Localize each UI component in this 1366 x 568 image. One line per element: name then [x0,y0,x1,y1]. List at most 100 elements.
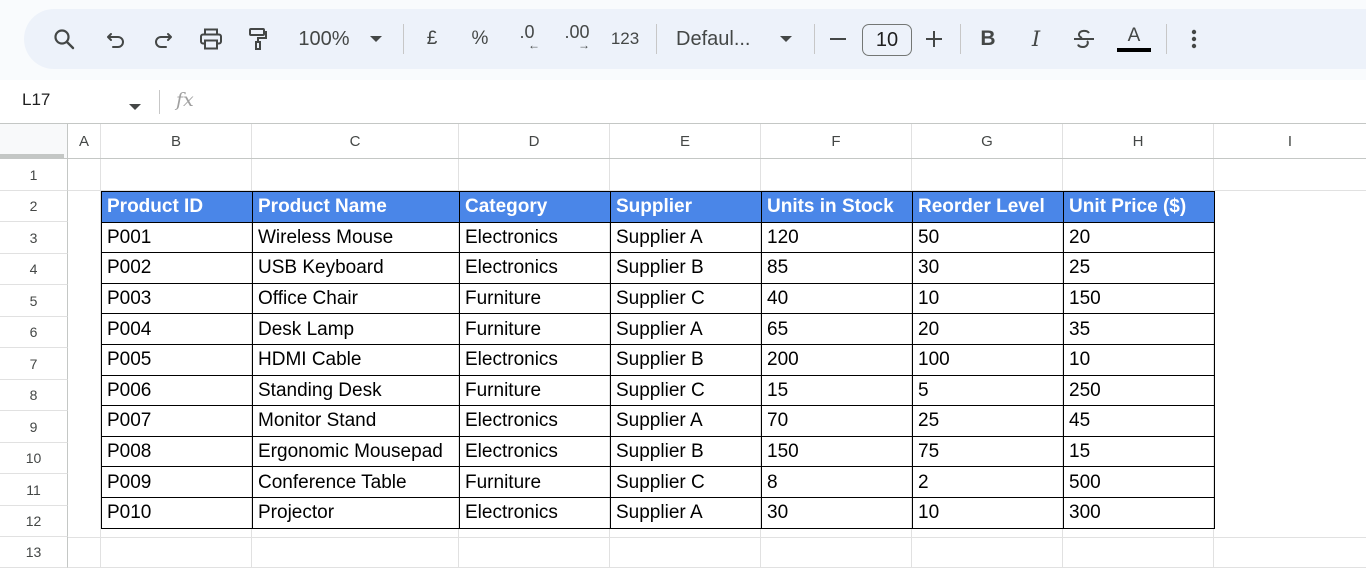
font-size-input[interactable]: 10 [862,24,912,56]
dropdown-icon[interactable] [366,24,386,54]
header-cell[interactable]: Reorder Level [912,191,1064,223]
cell[interactable]: 15 [1063,435,1215,468]
cell[interactable]: P008 [101,435,253,468]
cell[interactable]: Supplier A [610,496,762,529]
increase-decimal-button[interactable]: .00 → [560,22,594,52]
column-header-b[interactable]: B [101,124,252,158]
cell[interactable]: 10 [912,496,1064,529]
cell[interactable]: Monitor Stand [252,405,460,437]
cell[interactable]: 70 [761,405,913,437]
search-icon[interactable] [49,24,79,54]
column-header-a[interactable]: A [68,124,101,158]
header-cell[interactable]: Supplier [610,191,762,223]
cell[interactable]: P001 [101,221,253,254]
header-cell[interactable]: Category [459,191,611,223]
cell[interactable]: Furniture [459,374,611,407]
zoom-select[interactable]: 100% [294,24,354,54]
cell[interactable]: 200 [761,343,913,376]
cell[interactable]: 65 [761,313,913,345]
cell[interactable]: P006 [101,374,253,407]
cell[interactable]: 10 [912,282,1064,315]
cell[interactable]: 8 [761,466,913,498]
cell[interactable]: 15 [761,374,913,407]
row-header-13[interactable]: 13 [0,537,68,568]
cell[interactable]: 30 [912,252,1064,284]
column-header-i[interactable]: I [1214,124,1366,158]
row-header-12[interactable]: 12 [0,506,68,537]
cell[interactable]: Standing Desk [252,374,460,407]
column-header-c[interactable]: C [252,124,459,158]
cell[interactable]: 35 [1063,313,1215,345]
cell[interactable]: 40 [761,282,913,315]
cell[interactable]: P010 [101,496,253,529]
cell[interactable]: Electronics [459,252,611,284]
cell[interactable]: 10 [1063,343,1215,376]
cell[interactable]: 500 [1063,466,1215,498]
cell[interactable]: 25 [1063,252,1215,284]
font-dropdown-icon[interactable] [777,24,795,54]
cell[interactable]: Supplier B [610,252,762,284]
cell[interactable]: Electronics [459,496,611,529]
row-header-11[interactable]: 11 [0,474,68,506]
cell[interactable]: 5 [912,374,1064,407]
cell[interactable]: 120 [761,221,913,254]
cell[interactable]: 25 [912,405,1064,437]
cell[interactable]: Electronics [459,343,611,376]
cell[interactable]: Projector [252,496,460,529]
bold-button[interactable]: B [976,24,1000,54]
more-vert-icon[interactable] [1182,24,1206,54]
decrease-decimal-button[interactable]: .0 ← [512,22,542,52]
cell[interactable]: P005 [101,343,253,376]
column-header-e[interactable]: E [610,124,761,158]
font-select[interactable]: Defaul... [676,24,766,54]
cell[interactable]: Supplier A [610,405,762,437]
header-cell[interactable]: Unit Price ($) [1063,191,1215,223]
cell[interactable]: 100 [912,343,1064,376]
percent-button[interactable]: % [468,24,492,54]
cell[interactable]: 85 [761,252,913,284]
cell[interactable]: P003 [101,282,253,315]
cell[interactable]: Furniture [459,466,611,498]
cell[interactable]: 50 [912,221,1064,254]
row-header-7[interactable]: 7 [0,348,68,380]
cell[interactable]: 150 [761,435,913,468]
row-header-9[interactable]: 9 [0,411,68,443]
text-color-button[interactable]: A [1116,22,1152,56]
cell[interactable]: Supplier A [610,313,762,345]
cell[interactable]: P004 [101,313,253,345]
italic-button[interactable]: I [1024,24,1048,54]
row-header-6[interactable]: 6 [0,317,68,348]
cell[interactable]: 30 [761,496,913,529]
currency-button[interactable]: £ [420,24,444,54]
cell[interactable]: Electronics [459,435,611,468]
cell[interactable]: Supplier B [610,343,762,376]
formula-input[interactable] [210,88,1310,114]
cell[interactable]: USB Keyboard [252,252,460,284]
paint-format-icon[interactable] [244,24,272,54]
cell[interactable]: 250 [1063,374,1215,407]
row-header-2[interactable]: 2 [0,191,68,222]
row-header-5[interactable]: 5 [0,285,68,317]
minus-icon[interactable] [826,24,850,54]
cell[interactable]: P009 [101,466,253,498]
cell[interactable]: Ergonomic Mousepad [252,435,460,468]
cell[interactable]: Electronics [459,405,611,437]
column-header-h[interactable]: H [1063,124,1214,158]
undo-icon[interactable] [102,24,130,54]
cell[interactable]: Supplier C [610,374,762,407]
cell[interactable]: P002 [101,252,253,284]
cell[interactable]: Supplier C [610,282,762,315]
cell[interactable]: P007 [101,405,253,437]
redo-icon[interactable] [149,24,177,54]
cell[interactable]: Electronics [459,221,611,254]
header-cell[interactable]: Product Name [252,191,460,223]
row-header-10[interactable]: 10 [0,443,68,474]
cell[interactable]: 45 [1063,405,1215,437]
row-header-3[interactable]: 3 [0,222,68,254]
cell[interactable]: 20 [1063,221,1215,254]
header-cell[interactable]: Units in Stock [761,191,913,223]
number-format-button[interactable]: 123 [608,24,642,54]
cell[interactable]: Furniture [459,282,611,315]
cell[interactable]: Furniture [459,313,611,345]
cell[interactable]: 75 [912,435,1064,468]
